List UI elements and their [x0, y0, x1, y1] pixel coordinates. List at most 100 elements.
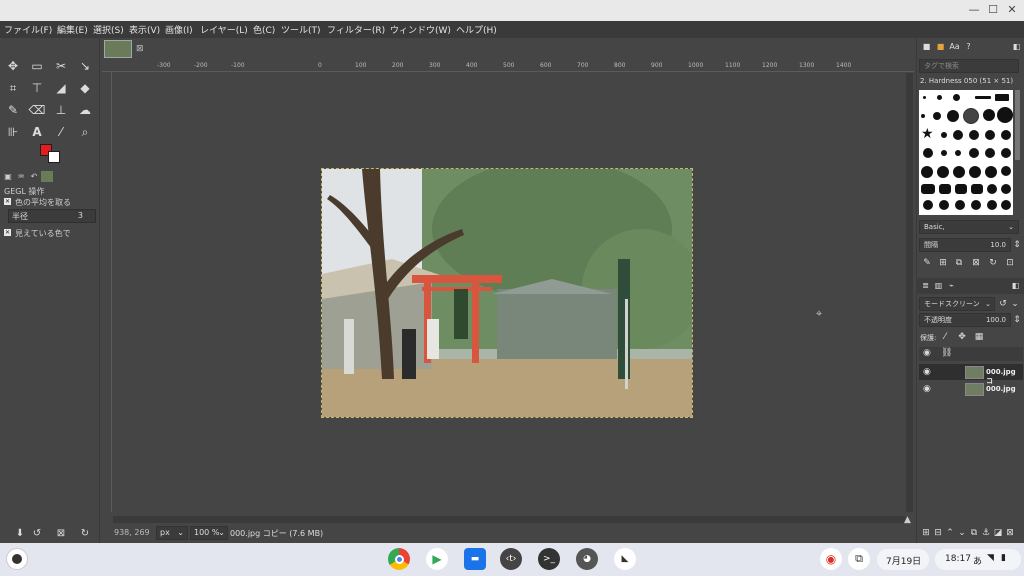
- anchor-layer-icon[interactable]: ⚓: [981, 528, 991, 538]
- duplicate-layer-icon[interactable]: ⧉: [969, 528, 979, 538]
- brush-item[interactable]: [941, 150, 947, 156]
- delete-brush-icon[interactable]: ⊠: [971, 258, 981, 268]
- maximize-icon[interactable]: ☐: [985, 3, 1001, 17]
- brush-item[interactable]: [985, 148, 995, 158]
- brush-item[interactable]: [971, 200, 981, 210]
- zoom-tool-icon[interactable]: ⌕: [75, 122, 95, 142]
- duplicate-brush-icon[interactable]: ⧉: [954, 258, 964, 268]
- zoom-select[interactable]: 100 % ⌄: [190, 526, 228, 540]
- brush-item[interactable]: [969, 166, 981, 178]
- image-canvas[interactable]: [321, 168, 693, 418]
- terminal-icon[interactable]: >_: [538, 548, 560, 570]
- restore-options-icon[interactable]: ↺: [27, 523, 47, 543]
- penguin-icon[interactable]: ◕: [576, 548, 598, 570]
- images-tab-icon[interactable]: [41, 171, 53, 182]
- channels-tab-icon[interactable]: ▥: [933, 280, 944, 291]
- files-icon[interactable]: ▬: [464, 548, 486, 570]
- measure-tool-icon[interactable]: ⊪: [3, 122, 23, 142]
- menu-edit[interactable]: 編集(E): [57, 23, 88, 36]
- paintbrush-tool-icon[interactable]: ✎: [3, 100, 23, 120]
- spin-arrows-icon[interactable]: ⇕: [1012, 315, 1022, 325]
- brush-item[interactable]: [1001, 184, 1011, 194]
- tote-icon[interactable]: ⧉: [848, 548, 870, 570]
- brush-item[interactable]: [921, 184, 935, 194]
- lock-pixels-icon[interactable]: ⁄: [940, 332, 950, 342]
- crop-tool-icon[interactable]: ⌗: [3, 78, 23, 98]
- brush-item-selected[interactable]: [963, 108, 979, 124]
- menu-file[interactable]: ファイル(F): [4, 23, 52, 36]
- eye-icon[interactable]: ◉: [923, 384, 931, 394]
- paths-tab-icon[interactable]: ⌁: [946, 280, 957, 291]
- text-editor-icon[interactable]: ‹t›: [500, 548, 522, 570]
- lock-alpha-icon[interactable]: ▦: [974, 332, 984, 342]
- horizontal-scrollbar[interactable]: [113, 516, 905, 523]
- menu-image[interactable]: 画像(I): [165, 23, 193, 36]
- brush-item[interactable]: [937, 166, 949, 178]
- date-tray[interactable]: 7月19日: [877, 549, 929, 570]
- menu-color[interactable]: 色(C): [253, 23, 275, 36]
- chrome-icon[interactable]: [388, 548, 410, 570]
- ruler-vertical[interactable]: [102, 72, 112, 512]
- unit-select[interactable]: px ⌄: [156, 526, 188, 540]
- status-tray[interactable]: 18:17 あ ◥ ▮: [935, 549, 1021, 570]
- close-icon[interactable]: ✕: [1004, 3, 1020, 17]
- brush-item[interactable]: [955, 184, 967, 194]
- brush-item[interactable]: [923, 96, 926, 99]
- eraser-tool-icon[interactable]: ⌫: [27, 100, 47, 120]
- brush-item[interactable]: [969, 130, 979, 140]
- brush-item[interactable]: [923, 148, 933, 158]
- new-brush-icon[interactable]: ⊞: [938, 258, 948, 268]
- menu-select[interactable]: 選択(S): [93, 23, 124, 36]
- brush-item[interactable]: [933, 112, 941, 120]
- layer-row[interactable]: ◉ 000.jpg: [919, 381, 1023, 397]
- new-layer-icon[interactable]: ⊟: [933, 528, 943, 538]
- lower-layer-icon[interactable]: ⌄: [957, 528, 967, 538]
- play-store-icon[interactable]: ▶: [426, 548, 448, 570]
- menu-filters[interactable]: フィルター(R): [327, 23, 385, 36]
- mask-layer-icon[interactable]: ◪: [993, 528, 1003, 538]
- background-color-swatch[interactable]: [48, 151, 60, 163]
- brush-item[interactable]: [947, 110, 959, 122]
- brush-item[interactable]: [923, 200, 933, 210]
- vertical-scrollbar[interactable]: [906, 73, 913, 512]
- tool-options-tab-icon[interactable]: ▣: [2, 171, 14, 182]
- warp-tool-icon[interactable]: ◢: [51, 78, 71, 98]
- tag-search-input[interactable]: タグで検索: [919, 59, 1019, 73]
- brush-item[interactable]: [995, 94, 1009, 101]
- device-status-tab-icon[interactable]: ♒: [15, 171, 27, 182]
- lock-position-icon[interactable]: ✥: [957, 332, 967, 342]
- brush-item[interactable]: ★: [921, 126, 934, 142]
- minimize-icon[interactable]: —: [966, 3, 982, 17]
- brush-grid[interactable]: ★: [919, 90, 1013, 215]
- brush-item[interactable]: [969, 148, 979, 158]
- visible-color-checkbox[interactable]: ✕: [4, 229, 11, 236]
- screen-record-icon[interactable]: ◉: [820, 548, 842, 570]
- undo-history-tab-icon[interactable]: ↶: [28, 171, 40, 182]
- brush-item[interactable]: [939, 184, 951, 194]
- brush-item[interactable]: [985, 130, 995, 140]
- reset-options-icon[interactable]: ↻: [75, 523, 95, 543]
- chevron-down-icon[interactable]: ⌄: [1010, 299, 1020, 309]
- spacing-spinbox[interactable]: 間隔 10.0: [919, 238, 1011, 252]
- scissors-select-tool-icon[interactable]: ✂: [51, 56, 71, 76]
- opacity-spinbox[interactable]: 不透明度 100.0: [919, 313, 1011, 327]
- paths-tool-icon[interactable]: ↘: [75, 56, 95, 76]
- eye-icon[interactable]: ◉: [923, 367, 931, 377]
- smudge-tool-icon[interactable]: ☁: [75, 100, 95, 120]
- menu-view[interactable]: 表示(V): [129, 23, 160, 36]
- new-layer-group-icon[interactable]: ⊞: [921, 528, 931, 538]
- brush-item[interactable]: [1001, 166, 1011, 176]
- brush-item[interactable]: [941, 132, 947, 138]
- menu-help[interactable]: ヘルプ(H): [456, 23, 497, 36]
- brush-item[interactable]: [955, 150, 961, 156]
- sample-average-checkbox[interactable]: ✕: [4, 198, 11, 205]
- brush-item[interactable]: [983, 109, 995, 121]
- brush-item[interactable]: [1001, 130, 1011, 140]
- gimp-icon[interactable]: ◣: [614, 548, 636, 570]
- brush-scrollbar[interactable]: [1015, 90, 1020, 160]
- layer-mode-select[interactable]: モードスクリーン ⌄: [919, 297, 995, 311]
- brush-item[interactable]: [985, 166, 997, 178]
- edit-brush-icon[interactable]: ✎: [922, 258, 932, 268]
- brush-item[interactable]: [987, 200, 997, 210]
- brushes-tab-icon[interactable]: ■: [921, 41, 932, 52]
